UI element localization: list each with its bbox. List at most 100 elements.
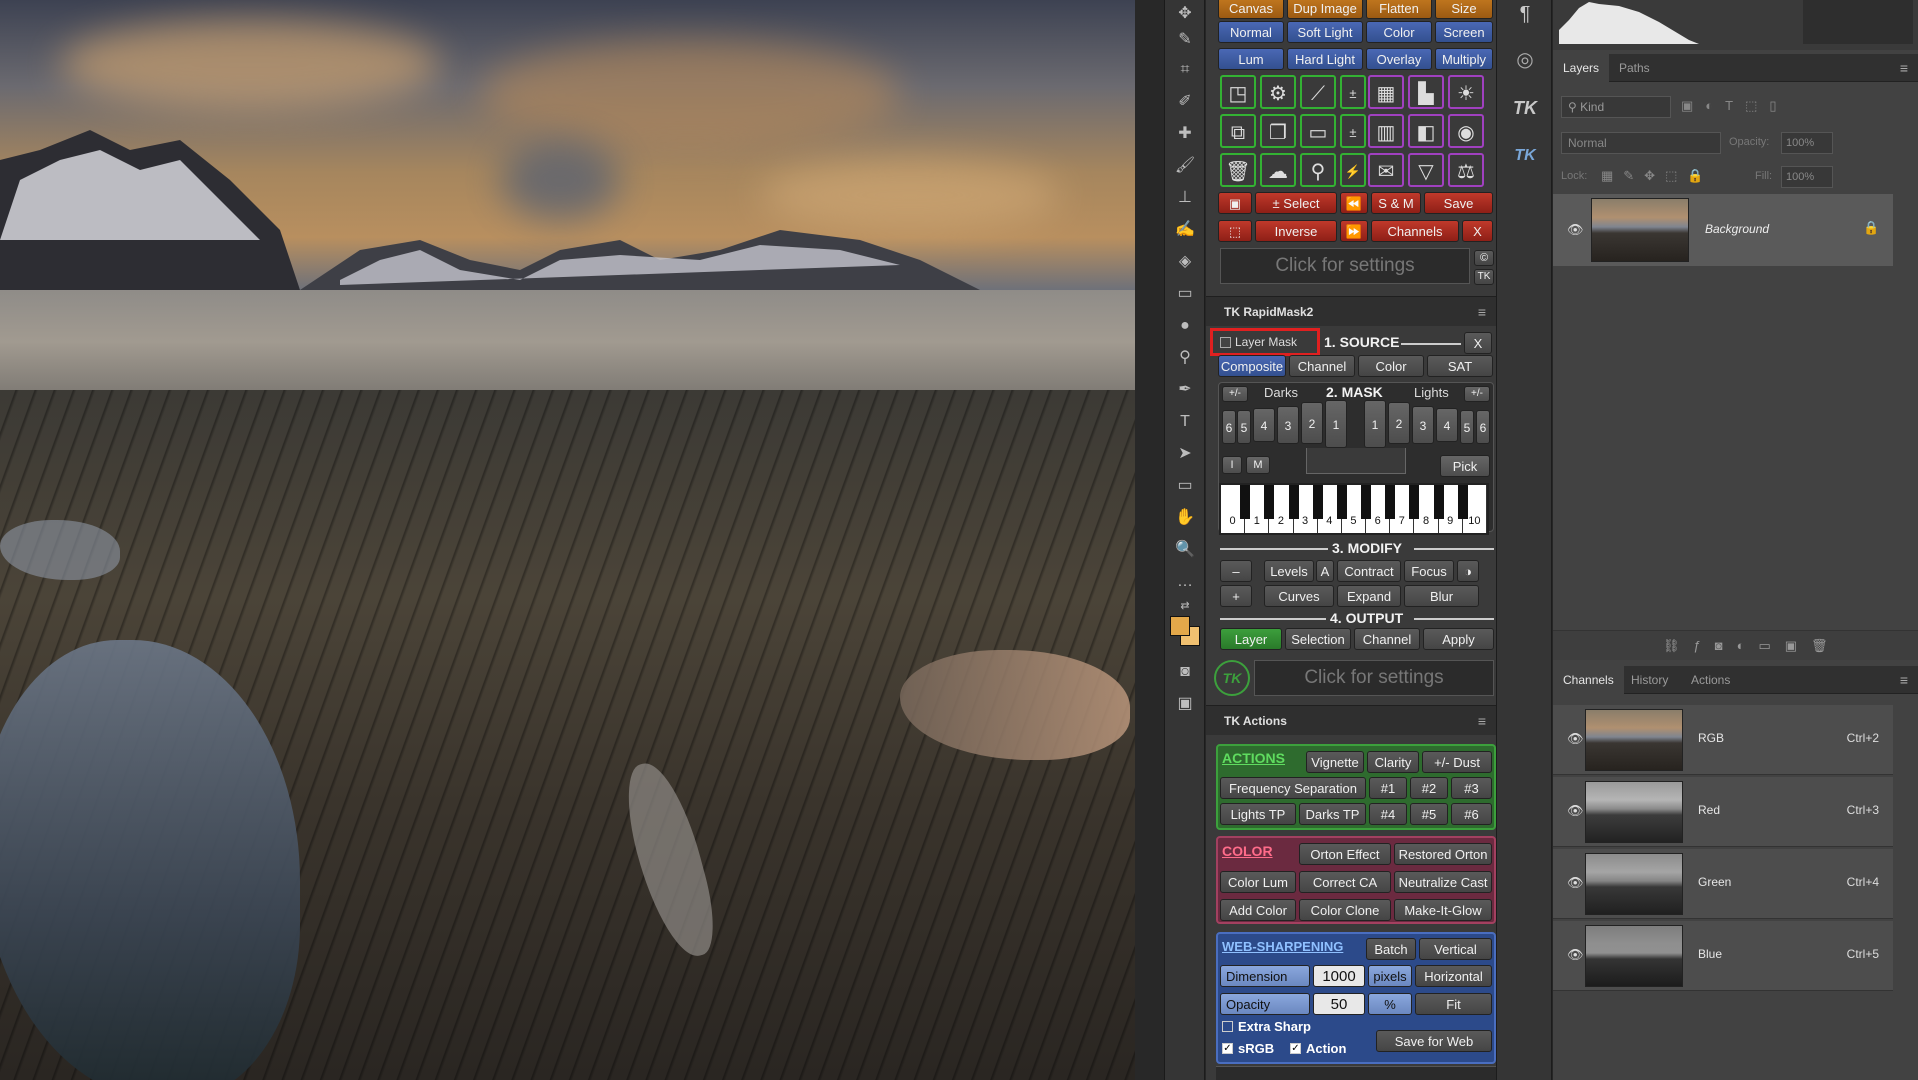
minus-button[interactable]: – (1220, 560, 1252, 582)
more-tools-icon[interactable]: … (1173, 570, 1197, 594)
copyright-icon[interactable]: © (1474, 250, 1494, 266)
output-layer-button[interactable]: Layer (1220, 628, 1282, 650)
extra-sharp-checkbox[interactable] (1222, 1021, 1233, 1032)
swap-colors-icon[interactable]: ⇄ (1173, 594, 1197, 618)
color-lum-button[interactable]: Color Lum (1220, 871, 1296, 893)
hand-tool-icon[interactable]: ✋ (1173, 506, 1197, 530)
dust-button[interactable]: +/- Dust (1422, 751, 1492, 773)
tab-layers[interactable]: Layers (1553, 54, 1610, 82)
srgb-checkbox[interactable]: ✓ (1222, 1043, 1233, 1054)
envelope-icon[interactable]: ✉ (1368, 153, 1404, 187)
screen-mode-icon[interactable]: ▣ (1173, 692, 1197, 716)
lights-plusminus[interactable]: +/- (1464, 386, 1490, 402)
channel-row-red[interactable]: 👁 Red Ctrl+3 (1553, 777, 1893, 847)
sat-source-button[interactable]: SAT (1427, 355, 1493, 377)
output-selection-button[interactable]: Selection (1285, 628, 1351, 650)
darks-tp-button[interactable]: Darks TP (1299, 803, 1366, 825)
blend-mode-select[interactable]: Normal (1561, 132, 1721, 154)
visibility-eye-icon[interactable]: 👁 (1567, 803, 1584, 819)
histogram-icon[interactable]: ▙ (1408, 75, 1444, 109)
curves-icon[interactable]: ⟋ (1300, 75, 1336, 109)
tk-rapidmask-icon[interactable]: TK (1511, 142, 1539, 170)
close-source-button[interactable]: X (1464, 332, 1492, 354)
curves-button[interactable]: Curves (1264, 585, 1334, 607)
dark-level-3[interactable]: 3 (1277, 406, 1299, 444)
channel-row-blue[interactable]: 👁 Blue Ctrl+5 (1553, 921, 1893, 991)
save-for-web-button[interactable]: Save for Web (1376, 1030, 1492, 1052)
clone-stamp-icon[interactable]: ⊥ (1173, 186, 1197, 210)
forward-icon[interactable]: ⏩ (1340, 220, 1368, 242)
levels-icon[interactable]: ▦ (1368, 75, 1404, 109)
cloud-icon[interactable]: ☁ (1260, 153, 1296, 187)
contract-button[interactable]: Contract (1337, 560, 1401, 582)
pen-tool-icon[interactable]: ✒ (1173, 378, 1197, 402)
select-button[interactable]: ± Select (1255, 192, 1337, 214)
light-level-3[interactable]: 3 (1412, 406, 1434, 444)
layer-row-background[interactable]: 👁 Background 🔒 (1553, 194, 1893, 266)
contrast-square-icon[interactable]: ◧ (1408, 114, 1444, 148)
dark-level-6[interactable]: 6 (1222, 410, 1236, 444)
canvas-button[interactable]: Canvas (1218, 0, 1284, 19)
lightning-icon[interactable]: ⚡ (1340, 153, 1366, 187)
vignette-button[interactable]: Vignette (1306, 751, 1364, 773)
opacity-input[interactable]: 50 (1313, 993, 1365, 1015)
eraser-icon[interactable]: ◈ (1173, 250, 1197, 274)
settings-box[interactable]: Click for settings (1220, 248, 1470, 284)
pick-button[interactable]: Pick (1440, 455, 1490, 477)
expand-button[interactable]: Expand (1337, 585, 1401, 607)
brightness-icon[interactable]: ☀ (1448, 75, 1484, 109)
sm-button[interactable]: S & M (1371, 192, 1421, 214)
healing-brush-icon[interactable]: ✚ (1173, 122, 1197, 146)
visibility-eye-icon[interactable]: 👁 (1567, 222, 1584, 238)
action-3-button[interactable]: #3 (1451, 777, 1492, 799)
multiply-blend-button[interactable]: Multiply (1435, 48, 1493, 70)
quick-mask-icon[interactable]: ◙ (1173, 660, 1197, 684)
rewind-icon[interactable]: ⏪ (1340, 192, 1368, 214)
visibility-eye-icon[interactable]: 👁 (1567, 875, 1584, 891)
light-level-1[interactable]: 1 (1364, 400, 1386, 448)
light-level-6[interactable]: 6 (1476, 410, 1490, 444)
output-channel-button[interactable]: Channel (1354, 628, 1420, 650)
lights-tp-button[interactable]: Lights TP (1220, 803, 1296, 825)
panel-menu-icon[interactable]: ≡ (1478, 297, 1486, 327)
tab-channels[interactable]: Channels (1553, 666, 1624, 694)
contrast-circle-icon[interactable]: ◑ (1457, 560, 1479, 582)
make-it-glow-button[interactable]: Make-It-Glow (1394, 899, 1492, 921)
darks-plusminus[interactable]: +/- (1222, 386, 1248, 402)
screen-blend-button[interactable]: Screen (1435, 21, 1493, 43)
type-tool-icon[interactable]: T (1173, 410, 1197, 434)
flatten-button[interactable]: Flatten (1366, 0, 1432, 19)
blur-button[interactable]: Blur (1404, 585, 1479, 607)
m-button[interactable]: M (1246, 456, 1270, 474)
tone-key[interactable]: 10 (1463, 485, 1487, 533)
auto-a-button[interactable]: A (1316, 560, 1334, 582)
adjustment-icon[interactable]: ⚙ (1260, 75, 1296, 109)
brush-tool-icon[interactable]: 🖌 (1173, 154, 1197, 178)
frequency-separation-button[interactable]: Frequency Separation (1220, 777, 1366, 799)
light-level-2[interactable]: 2 (1388, 402, 1410, 444)
scales-icon[interactable]: ⚖ (1448, 153, 1484, 187)
percent-unit[interactable]: % (1368, 993, 1412, 1015)
layer-mask-checkbox[interactable] (1220, 337, 1231, 348)
add-color-button[interactable]: Add Color (1220, 899, 1296, 921)
normal-blend-button[interactable]: Normal (1218, 21, 1284, 43)
marquee-icon[interactable]: ⬚ (1218, 220, 1252, 242)
size-button[interactable]: Size (1435, 0, 1493, 19)
dup-image-button[interactable]: Dup Image (1287, 0, 1363, 19)
action-checkbox[interactable]: ✓ (1290, 1043, 1301, 1054)
composite-button[interactable]: Composite (1218, 355, 1286, 377)
apply-button[interactable]: Apply (1423, 628, 1494, 650)
action-1-button[interactable]: #1 (1369, 777, 1407, 799)
copy-icon[interactable]: ❐ (1260, 114, 1296, 148)
libraries-icon[interactable]: ◎ (1511, 46, 1539, 74)
color-clone-button[interactable]: Color Clone (1299, 899, 1391, 921)
opacity-field[interactable]: 100% (1781, 132, 1833, 154)
blur-tool-icon[interactable]: ● (1173, 314, 1197, 338)
inverse-button[interactable]: Inverse (1255, 220, 1337, 242)
rectangle-tool-icon[interactable]: ▭ (1173, 474, 1197, 498)
gradient-icon[interactable]: ▭ (1173, 282, 1197, 306)
film-strip-icon[interactable]: ▥ (1368, 114, 1404, 148)
stack-layers-icon[interactable]: ⧉ (1220, 114, 1256, 148)
dodge-icon[interactable]: ⚲ (1173, 346, 1197, 370)
fit-button[interactable]: Fit (1415, 993, 1492, 1015)
